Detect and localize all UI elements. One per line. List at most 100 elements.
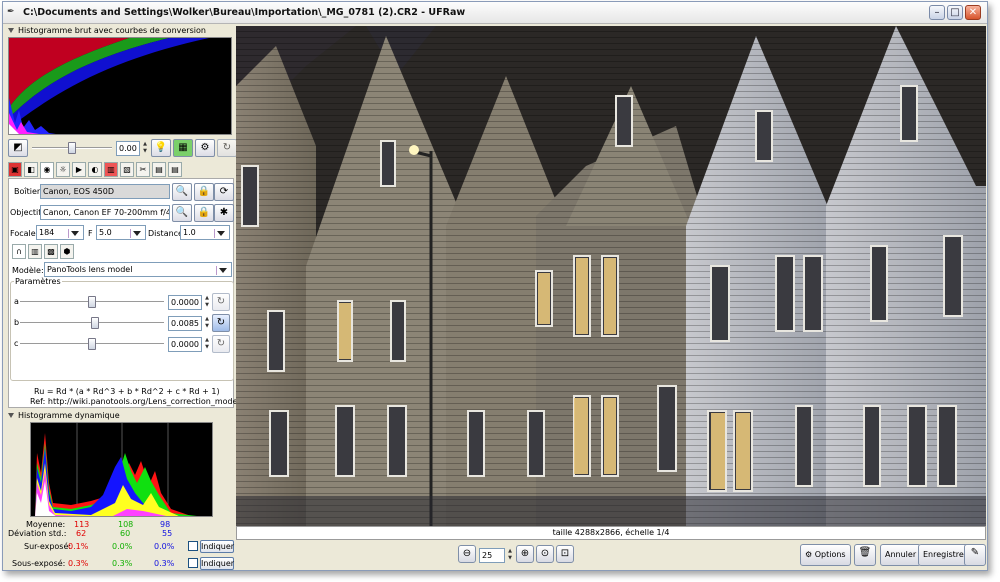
param-c-input[interactable]: 0.0000 [168,337,202,352]
ref-text: Ref: http://wiki.panotools.org/Lens_corr… [30,397,240,406]
model-label: Modèle: [12,266,44,275]
zoom-in-icon[interactable]: ⊕ [516,545,534,563]
tab-raw-icon[interactable]: ▣ [8,162,22,177]
model-select[interactable]: PanoTools lens model [44,262,232,277]
lens-settings-icon[interactable]: ✱ [214,204,234,222]
cancel-button[interactable]: Annuler [880,544,922,566]
param-b-label: b [14,318,20,327]
lens-search-icon[interactable]: 🔍 [172,204,192,222]
chevron-down-icon [217,231,225,236]
tab-base-icon[interactable]: ◧ [24,162,38,177]
slider-thumb[interactable] [91,317,99,329]
camera-field[interactable]: Canon, EOS 450D [40,184,170,199]
camera-refresh-icon[interactable]: ⟳ [214,183,234,201]
camera-lock-icon[interactable]: 🔒 [194,183,214,201]
subtab-distortion-icon[interactable]: ∩ [12,244,26,259]
slider-thumb[interactable] [88,338,96,350]
tab-color-icon[interactable]: ▶ [72,162,86,177]
tab-wb-icon[interactable]: ◐ [88,162,102,177]
f-select[interactable]: 5.0 [96,225,146,240]
zoom-fit-icon[interactable]: ⊙ [536,545,554,563]
zoom-out-icon[interactable]: ⊖ [458,545,476,563]
tab-save-icon[interactable]: ▤ [152,162,166,177]
over-blue: 0.0% [154,542,175,551]
distance-label: Distance [148,229,183,238]
app-icon: ✒ [7,7,15,17]
tab-crop-icon[interactable]: ✂ [136,162,150,177]
under-red: 0.3% [68,559,89,568]
subtab-tca-icon[interactable]: ▥ [28,244,42,259]
exposure-slider[interactable] [32,141,112,155]
raw-histogram-header[interactable]: Histogramme brut avec courbes de convers… [6,25,234,36]
ufraw-window: ✒ C:\Documents and Settings\Wolker\Burea… [2,1,988,571]
tab-rainbow-icon[interactable]: ▧ [120,162,134,177]
param-c-reset-icon[interactable]: ↻ [212,335,230,353]
live-histogram-title: Histogramme dynamique [18,411,120,420]
param-a-slider[interactable] [20,295,164,309]
over-indicate-button[interactable]: Indiquer [200,540,234,553]
subtab-geometry-icon[interactable]: ⬢ [60,244,74,259]
param-c-spinner[interactable]: ▲ ▼ [203,337,211,351]
under-checkbox[interactable] [188,558,198,568]
formula-text: Ru = Rd * (a * Rd^3 + b * Rd^2 + c * Rd … [34,387,220,396]
live-histogram [30,422,213,517]
lens-lock-icon[interactable]: 🔒 [194,204,214,222]
live-histogram-header[interactable]: Histogramme dynamique [6,410,234,421]
window-title: C:\Documents and Settings\Wolker\Bureau\… [23,7,466,18]
reset-icon[interactable]: ↻ [217,139,237,157]
params-legend: Paramètres [14,277,62,286]
param-b-input[interactable]: 0.0085 [168,316,202,331]
raw-histogram [8,37,232,135]
param-a-spinner[interactable]: ▲ ▼ [203,295,211,309]
preview-photo [236,26,986,526]
lens-subtabs: ∩ ▥ ▩ ⬢ [12,244,92,260]
chevron-down-icon [219,268,227,273]
lens-field[interactable]: Canon, Canon EF 70-200mm f/4L USM [40,205,170,220]
zoom-spinner[interactable]: ▲ ▼ [506,548,514,562]
f-label: F [88,229,93,238]
under-indicate-button[interactable]: Indiquer [200,557,234,570]
distance-select[interactable]: 1.0 [180,225,230,240]
param-b-reset-icon[interactable]: ↻ [212,314,230,332]
tab-exif-icon[interactable]: ▤ [168,162,182,177]
exposure-spinner[interactable]: ▲ ▼ [141,141,149,155]
exposure-input[interactable]: 0.00 [116,141,140,156]
tab-light-icon[interactable]: ☼ [56,162,70,177]
maximize-button[interactable]: □ [947,5,963,20]
focal-value: 184 [39,228,55,237]
focal-select[interactable]: 184 [36,225,84,240]
param-a-input[interactable]: 0.0000 [168,295,202,310]
send-to-gimp-icon[interactable]: ✎ [964,544,986,566]
title-bar[interactable]: ✒ C:\Documents and Settings\Wolker\Burea… [3,2,987,24]
zoom-input[interactable]: 25 [479,548,505,563]
param-a-reset-icon[interactable]: ↻ [212,293,230,311]
image-preview[interactable] [236,26,986,526]
gear-icon[interactable]: ⚙ [195,139,215,157]
mean-green: 108 [118,520,134,529]
param-b-slider[interactable] [20,316,164,330]
delete-icon[interactable]: 🗑 [854,544,876,566]
focal-label: Focale [10,229,36,238]
auto-exposure-icon[interactable]: 💡 [151,139,171,157]
options-button[interactable]: ⚙ Options [800,544,851,566]
zoom-100-icon[interactable]: ⊡ [556,545,574,563]
chevron-down-icon [71,231,79,236]
param-c-slider[interactable] [20,337,164,351]
tab-grayscale-icon[interactable]: ▥ [104,162,118,177]
clip-icon[interactable]: ▦ [173,139,193,157]
over-checkbox[interactable] [188,541,198,551]
exposure-icon[interactable]: ◩ [8,139,28,157]
minimize-button[interactable]: – [929,5,945,20]
slider-thumb[interactable] [88,296,96,308]
distance-value: 1.0 [183,228,196,237]
exposure-thumb[interactable] [68,142,76,154]
under-blue: 0.3% [154,559,175,568]
close-button[interactable]: ✕ [965,5,981,20]
std-red: 62 [76,529,87,538]
camera-search-icon[interactable]: 🔍 [172,183,192,201]
tab-lens-icon[interactable]: ◉ [40,162,54,178]
chevron-down-icon [133,231,141,236]
tool-tabs: ▣ ◧ ◉ ☼ ▶ ◐ ▥ ▧ ✂ ▤ ▤ [8,162,234,178]
param-b-spinner[interactable]: ▲ ▼ [203,316,211,330]
subtab-vignetting-icon[interactable]: ▩ [44,244,58,259]
